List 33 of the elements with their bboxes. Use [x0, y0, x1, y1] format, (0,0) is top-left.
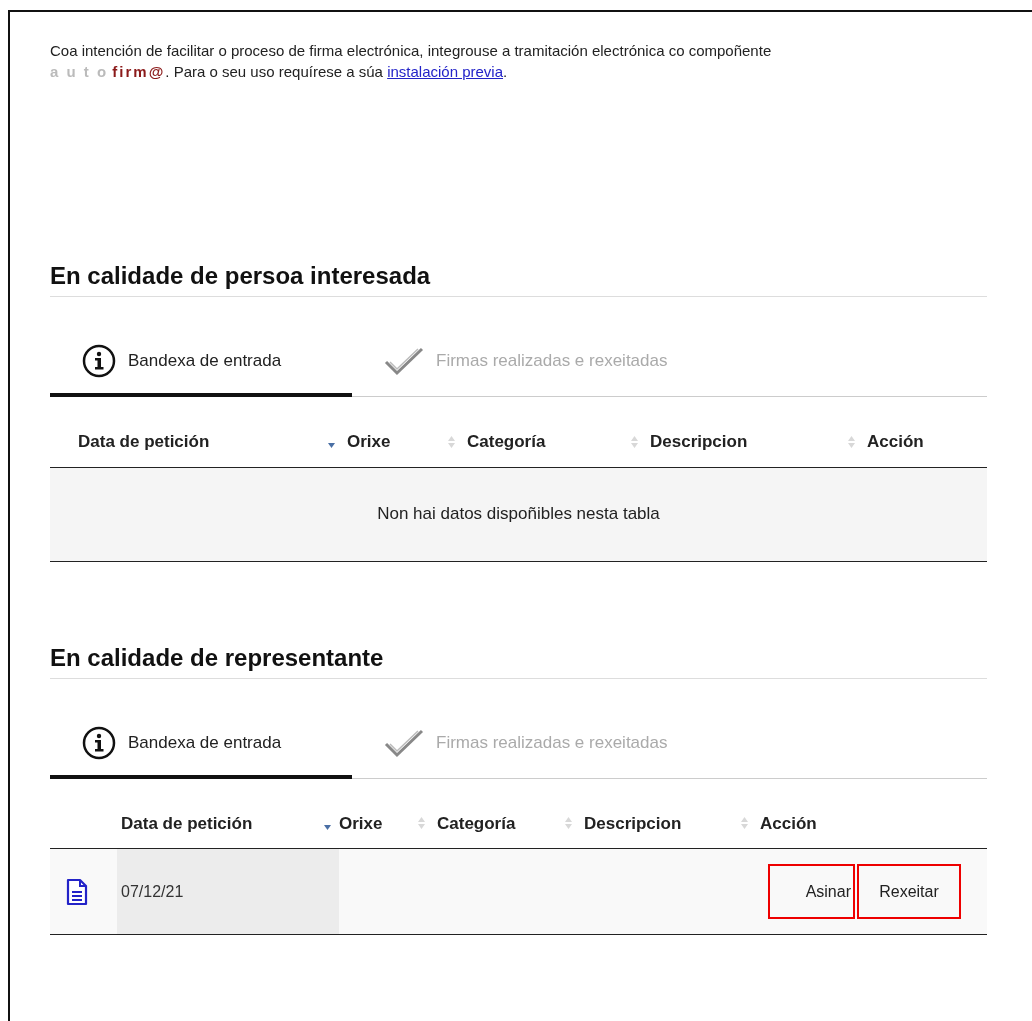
info-icon [82, 725, 116, 760]
column-header: Data de petición [121, 812, 253, 835]
sort-icon[interactable] [565, 817, 572, 830]
autofirma-logo: a u t o firm@ [50, 63, 166, 80]
section-heading: En calidade de persoa interesada [50, 260, 987, 297]
sort-icon[interactable] [448, 435, 455, 448]
info-icon [82, 344, 116, 378]
document-icon[interactable] [66, 877, 88, 906]
sort-icon[interactable] [418, 817, 425, 830]
column-header: Orixe [339, 812, 383, 835]
sort-icon[interactable] [848, 435, 855, 448]
column-header: Data de petición [78, 431, 210, 453]
tab[interactable]: Bandexa de entrada [50, 722, 352, 779]
column-header: Categoría [467, 431, 546, 453]
checkmark-icon [384, 727, 424, 758]
column-header: Acción [760, 812, 817, 835]
column-header: Acción [867, 431, 924, 453]
section-heading: En calidade de representante [50, 641, 987, 679]
column-header: Orixe [347, 431, 391, 453]
intro-paragraph: Coa intención de facilitar o proceso de firma electrónica, integrouse a tramitación electrónica co compoñente a u t o firm@. Para o seu uso requírese a súa instalación previa. [50, 41, 773, 82]
column-header: Categoría [437, 812, 516, 835]
table-cell: 07/12/21 [117, 849, 339, 934]
sort-descending-icon[interactable] [328, 443, 335, 449]
sort-icon[interactable] [631, 435, 638, 448]
tab[interactable]: Bandexa de entrada [50, 341, 352, 397]
empty-table-row: Non hai datos dispoñibles nesta tabla [50, 467, 987, 562]
sort-descending-icon[interactable] [324, 824, 331, 830]
action-button[interactable]: Rexeitar [857, 864, 961, 919]
column-header: Descripcion [584, 812, 682, 835]
sort-icon[interactable] [741, 817, 748, 830]
checkmark-icon [384, 346, 424, 376]
column-header: Descripcion [650, 431, 748, 453]
action-button[interactable]: Asinar [768, 864, 855, 919]
